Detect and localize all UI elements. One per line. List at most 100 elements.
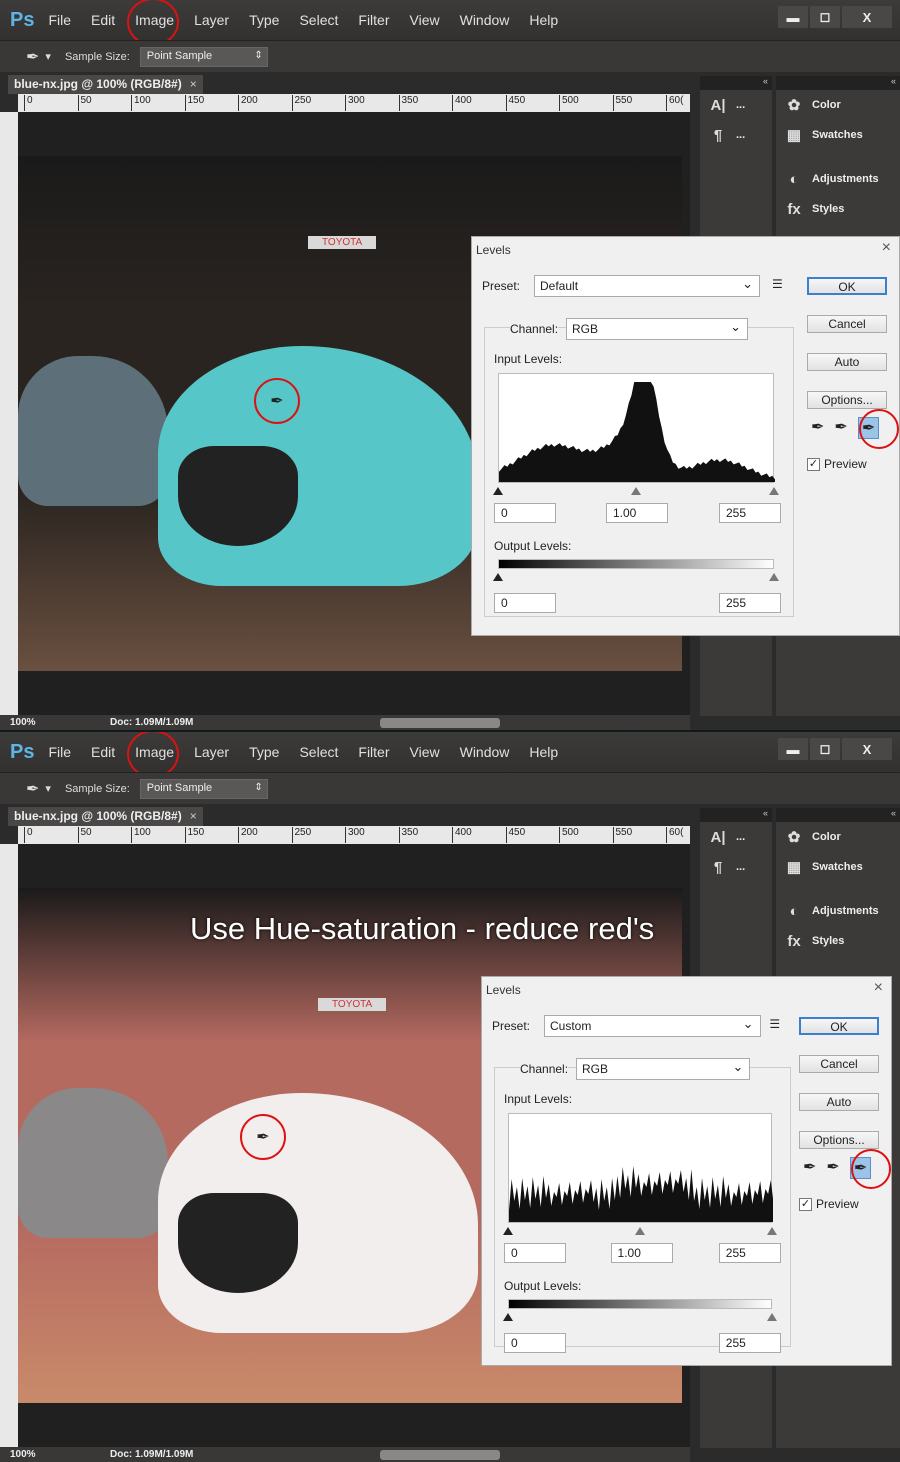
- input-level-field[interactable]: 255: [718, 1243, 781, 1263]
- horizontal-scrollbar[interactable]: [380, 717, 500, 728]
- output-level-field[interactable]: 0: [494, 593, 556, 613]
- panel-paragraph[interactable]: ¶...: [700, 852, 772, 882]
- collapse-panel-icon[interactable]: «: [776, 76, 900, 90]
- document-tab[interactable]: blue-nx.jpg @ 100% (RGB/8#) ×: [8, 807, 203, 826]
- panel-adjustments[interactable]: ◐ Adjustments: [776, 896, 900, 926]
- document-tab[interactable]: blue-nx.jpg @ 100% (RGB/8#) ×: [8, 75, 203, 94]
- preset-select[interactable]: Default: [534, 275, 760, 297]
- menu-filter[interactable]: Filter: [358, 12, 389, 28]
- panel-swatches[interactable]: ▦ Swatches: [776, 852, 900, 882]
- eyedropper-icon[interactable]: ✒: [26, 47, 39, 67]
- preset-options-icon[interactable]: ☰: [769, 1017, 780, 1031]
- menu-image[interactable]: Image: [127, 732, 180, 778]
- maximize-button[interactable]: ◻: [810, 6, 840, 28]
- options-button[interactable]: Options...: [799, 1131, 879, 1149]
- gray-point-eyedropper[interactable]: ✒: [826, 1157, 839, 1179]
- collapse-panel-icon[interactable]: «: [700, 808, 772, 822]
- panel-adjustments[interactable]: ◐ Adjustments: [776, 164, 900, 194]
- panel-color[interactable]: ✿ Color: [776, 90, 900, 120]
- close-button[interactable]: X: [842, 6, 892, 28]
- menu-layer[interactable]: Layer: [194, 744, 229, 760]
- input-level-field[interactable]: 1.00: [606, 503, 668, 523]
- panel-swatches[interactable]: ▦ Swatches: [776, 120, 900, 150]
- ok-button[interactable]: OK: [799, 1017, 879, 1035]
- input-gamma-slider[interactable]: [631, 487, 641, 495]
- menu-layer[interactable]: Layer: [194, 12, 229, 28]
- photoshop-logo: Ps: [10, 8, 35, 31]
- dialog-close-button[interactable]: ×: [874, 979, 883, 997]
- close-tab-icon[interactable]: ×: [190, 77, 197, 92]
- cancel-button[interactable]: Cancel: [807, 315, 887, 333]
- horizontal-scrollbar[interactable]: [380, 1449, 500, 1460]
- output-level-field[interactable]: 0: [504, 1333, 566, 1353]
- menu-help[interactable]: Help: [529, 12, 558, 28]
- input-level-field[interactable]: 0: [494, 503, 556, 523]
- preview-checkbox[interactable]: ✓ Preview: [799, 1197, 859, 1211]
- panel-styles[interactable]: fx Styles: [776, 194, 900, 224]
- menu-type[interactable]: Type: [249, 744, 279, 760]
- ok-button[interactable]: OK: [807, 277, 887, 295]
- close-button[interactable]: X: [842, 738, 892, 760]
- input-black-slider[interactable]: [493, 487, 503, 495]
- output-black-slider[interactable]: [503, 1313, 513, 1321]
- menu-filter[interactable]: Filter: [358, 744, 389, 760]
- preset-options-icon[interactable]: ☰: [772, 277, 783, 291]
- sample-size-select[interactable]: Point Sample: [139, 46, 268, 67]
- gray-point-eyedropper[interactable]: ✒: [834, 417, 847, 439]
- maximize-button[interactable]: ◻: [810, 738, 840, 760]
- output-black-slider[interactable]: [493, 573, 503, 581]
- input-level-field[interactable]: 255: [719, 503, 781, 523]
- auto-button[interactable]: Auto: [799, 1093, 879, 1111]
- collapse-panel-icon[interactable]: «: [776, 808, 900, 822]
- menu-window[interactable]: Window: [460, 744, 510, 760]
- menu-file[interactable]: File: [48, 744, 71, 760]
- output-white-slider[interactable]: [767, 1313, 778, 1321]
- input-white-slider[interactable]: [767, 1227, 778, 1235]
- output-white-slider[interactable]: [769, 573, 779, 581]
- options-button[interactable]: Options...: [807, 391, 887, 409]
- menu-select[interactable]: Select: [299, 12, 338, 28]
- panel-paragraph[interactable]: ¶...: [700, 120, 772, 150]
- input-black-slider[interactable]: [503, 1227, 513, 1235]
- menu-window[interactable]: Window: [460, 12, 510, 28]
- close-tab-icon[interactable]: ×: [190, 809, 197, 824]
- input-level-field[interactable]: 1.00: [610, 1243, 673, 1263]
- dialog-close-button[interactable]: ×: [882, 239, 891, 257]
- input-gamma-slider[interactable]: [635, 1227, 646, 1235]
- panel-styles[interactable]: fx Styles: [776, 926, 900, 956]
- minimize-button[interactable]: ▬: [778, 6, 808, 28]
- channel-select[interactable]: RGB: [566, 318, 748, 340]
- menu-edit[interactable]: Edit: [91, 744, 115, 760]
- menu-view[interactable]: View: [410, 12, 440, 28]
- panel-color[interactable]: ✿ Color: [776, 822, 900, 852]
- eyedropper-icon[interactable]: ✒: [26, 779, 39, 799]
- menu-type[interactable]: Type: [249, 12, 279, 28]
- output-level-field[interactable]: 255: [719, 593, 781, 613]
- menu-edit[interactable]: Edit: [91, 12, 115, 28]
- menu-image[interactable]: Image: [127, 0, 180, 46]
- collapse-panel-icon[interactable]: «: [700, 76, 772, 90]
- preset-select[interactable]: Custom: [544, 1015, 761, 1037]
- panel-character[interactable]: A|...: [700, 822, 772, 852]
- preview-label: Preview: [816, 1197, 859, 1211]
- output-level-field[interactable]: 255: [718, 1333, 781, 1353]
- black-point-eyedropper[interactable]: ✒: [811, 417, 824, 439]
- chevron-down-icon[interactable]: ▾: [45, 50, 51, 63]
- menu-help[interactable]: Help: [529, 744, 558, 760]
- auto-button[interactable]: Auto: [807, 353, 887, 371]
- menu-view[interactable]: View: [410, 744, 440, 760]
- cancel-button[interactable]: Cancel: [799, 1055, 879, 1073]
- zoom-level[interactable]: 100%: [10, 1449, 50, 1460]
- menu-select[interactable]: Select: [299, 744, 338, 760]
- preview-checkbox[interactable]: ✓ Preview: [807, 457, 867, 471]
- channel-select[interactable]: RGB: [576, 1058, 751, 1080]
- input-level-field[interactable]: 0: [504, 1243, 566, 1263]
- sample-size-select[interactable]: Point Sample: [139, 778, 268, 799]
- panel-character[interactable]: A|...: [700, 90, 772, 120]
- input-white-slider[interactable]: [769, 487, 779, 495]
- chevron-down-icon[interactable]: ▾: [45, 782, 51, 795]
- menu-file[interactable]: File: [48, 12, 71, 28]
- minimize-button[interactable]: ▬: [778, 738, 808, 760]
- black-point-eyedropper[interactable]: ✒: [803, 1157, 816, 1179]
- zoom-level[interactable]: 100%: [10, 717, 50, 728]
